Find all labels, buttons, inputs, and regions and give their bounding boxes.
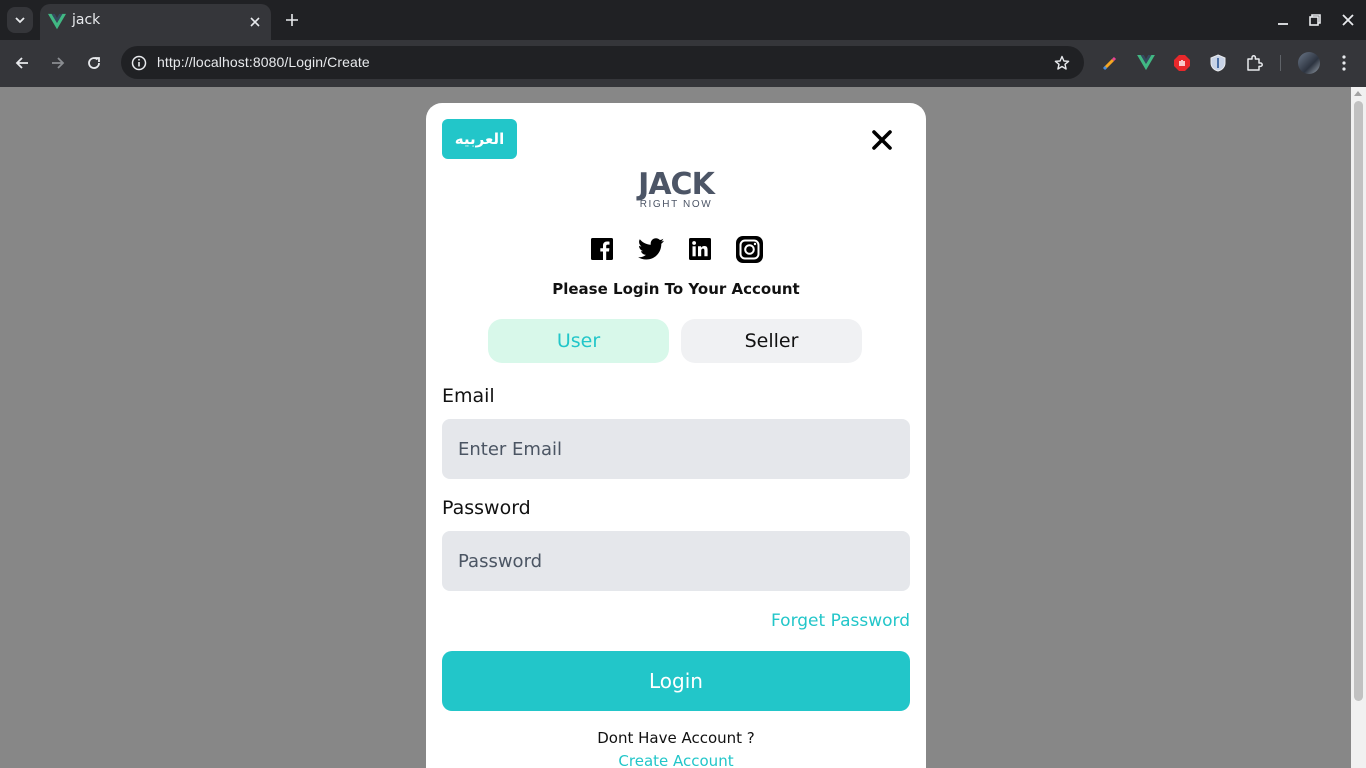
minimize-button[interactable] bbox=[1273, 10, 1293, 30]
address-bar[interactable]: http://localhost:8080/Login/Create bbox=[121, 46, 1084, 79]
forget-password-link[interactable]: Forget Password bbox=[771, 611, 910, 631]
no-account-text: Dont Have Account ? bbox=[597, 729, 755, 747]
tab-search-button[interactable] bbox=[7, 7, 33, 33]
new-tab-button[interactable] bbox=[282, 10, 302, 30]
scroll-up-arrow-icon[interactable] bbox=[1354, 91, 1362, 96]
tab-user[interactable]: User bbox=[488, 319, 669, 363]
page-scrollbar[interactable] bbox=[1351, 87, 1366, 768]
login-modal: العربيه JACK RIGHT NOW Please Login To Y… bbox=[426, 103, 926, 768]
browser-tab-bar: jack bbox=[0, 0, 1366, 40]
instagram-link[interactable] bbox=[735, 235, 763, 263]
vue-favicon-icon bbox=[48, 13, 66, 30]
color-picker-extension[interactable] bbox=[1100, 53, 1120, 73]
arrow-right-icon bbox=[52, 57, 65, 69]
login-heading: Please Login To Your Account bbox=[552, 280, 800, 298]
restore-icon bbox=[1309, 14, 1321, 26]
star-icon bbox=[1054, 55, 1069, 70]
create-account-link[interactable]: Create Account bbox=[426, 752, 926, 768]
scroll-thumb[interactable] bbox=[1354, 101, 1363, 701]
page-backdrop: العربيه JACK RIGHT NOW Please Login To Y… bbox=[0, 87, 1366, 768]
password-field[interactable] bbox=[442, 531, 910, 591]
plus-icon bbox=[286, 14, 298, 26]
browser-tab[interactable]: jack bbox=[40, 4, 271, 40]
linkedin-link[interactable] bbox=[686, 235, 714, 263]
site-info-button[interactable] bbox=[128, 52, 149, 73]
close-icon bbox=[872, 130, 892, 150]
modal-close-button[interactable] bbox=[869, 127, 895, 153]
facebook-icon bbox=[591, 238, 613, 260]
window-close-button[interactable] bbox=[1338, 10, 1358, 30]
adblock-extension[interactable] bbox=[1172, 53, 1192, 73]
url-text: http://localhost:8080/Login/Create bbox=[157, 54, 370, 70]
arrow-left-icon bbox=[15, 57, 28, 69]
reload-icon bbox=[88, 57, 100, 69]
info-icon bbox=[131, 55, 146, 70]
email-field[interactable] bbox=[442, 419, 910, 479]
shield-extension[interactable] bbox=[1208, 53, 1228, 73]
tab-title: jack bbox=[72, 12, 101, 28]
reload-button[interactable] bbox=[83, 52, 105, 74]
kebab-menu-icon bbox=[1342, 55, 1346, 71]
close-icon bbox=[1342, 14, 1354, 26]
tab-seller[interactable]: Seller bbox=[681, 319, 862, 363]
vue-devtools-icon bbox=[1137, 55, 1155, 71]
instagram-icon bbox=[735, 235, 763, 263]
linkedin-icon bbox=[689, 238, 711, 260]
password-label: Password bbox=[442, 497, 531, 519]
extensions-button[interactable] bbox=[1244, 53, 1264, 73]
email-label: Email bbox=[442, 385, 495, 407]
browser-toolbar: http://localhost:8080/Login/Create bbox=[0, 40, 1366, 87]
minimize-icon bbox=[1278, 23, 1288, 25]
forward-button[interactable] bbox=[47, 52, 69, 74]
vue-devtools-extension[interactable] bbox=[1136, 53, 1156, 73]
restore-button[interactable] bbox=[1305, 10, 1325, 30]
toolbar-divider bbox=[1280, 55, 1281, 71]
chevron-down-icon bbox=[15, 17, 25, 24]
profile-avatar[interactable] bbox=[1298, 52, 1320, 74]
puzzle-icon bbox=[1247, 55, 1263, 71]
browser-menu-button[interactable] bbox=[1334, 53, 1354, 73]
adblock-icon bbox=[1174, 55, 1190, 71]
twitter-link[interactable] bbox=[637, 235, 665, 263]
login-button[interactable]: Login bbox=[442, 651, 910, 711]
twitter-icon bbox=[638, 238, 664, 260]
tab-close-button[interactable] bbox=[245, 12, 265, 32]
jack-logo: JACK RIGHT NOW bbox=[616, 169, 736, 213]
language-toggle-button[interactable]: العربيه bbox=[442, 119, 517, 159]
shield-icon bbox=[1210, 54, 1226, 72]
logo-main-text: JACK bbox=[638, 167, 715, 202]
back-button[interactable] bbox=[11, 52, 33, 74]
bookmark-button[interactable] bbox=[1051, 52, 1072, 73]
logo-sub-text: RIGHT NOW bbox=[639, 199, 713, 210]
color-picker-icon bbox=[1102, 56, 1117, 71]
close-icon bbox=[250, 17, 260, 27]
facebook-link[interactable] bbox=[588, 235, 616, 263]
